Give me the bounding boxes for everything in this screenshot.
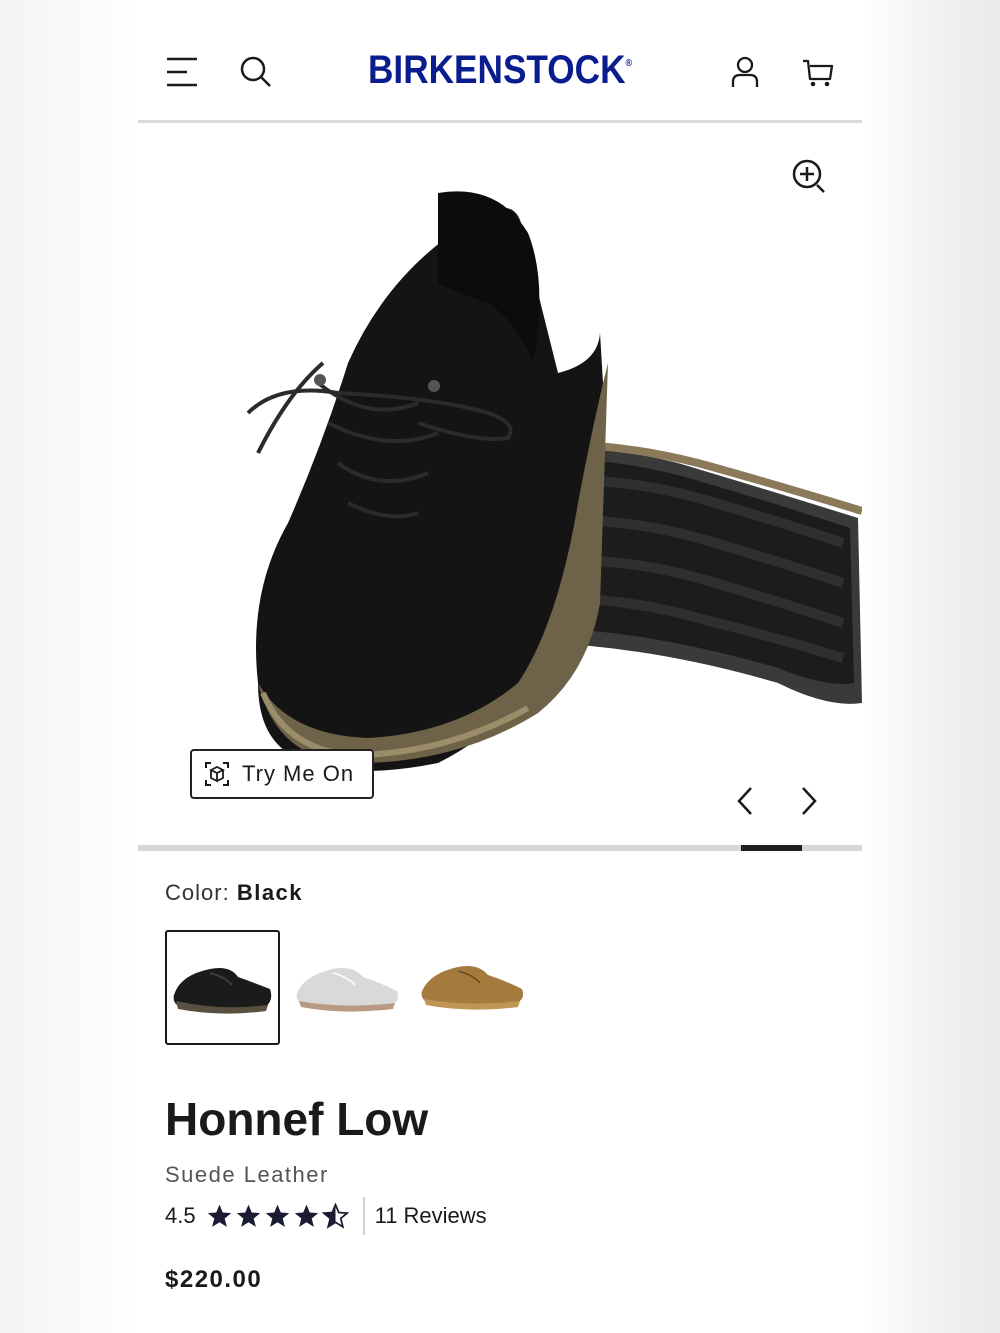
ar-cube-icon bbox=[202, 759, 232, 789]
next-image-button[interactable] bbox=[794, 781, 824, 821]
color-value: Black bbox=[236, 880, 304, 905]
color-swatches bbox=[165, 930, 530, 1050]
product-page: BIRKENSTOCK® Try Me On Color: Black Honn… bbox=[138, 0, 862, 1333]
rating-stars bbox=[206, 1203, 349, 1229]
rating-divider bbox=[362, 1197, 365, 1235]
star-full-icon bbox=[207, 1204, 231, 1227]
product-image-gallery[interactable]: Try Me On bbox=[138, 123, 862, 847]
color-label-row: Color: Black bbox=[165, 880, 303, 906]
brand-logo[interactable]: BIRKENSTOCK® bbox=[181, 48, 818, 93]
product-image bbox=[246, 191, 862, 771]
swatch-light-gray[interactable] bbox=[290, 930, 405, 1045]
site-header: BIRKENSTOCK® bbox=[138, 0, 862, 123]
product-material: Suede Leather bbox=[165, 1162, 329, 1187]
swatch-tan[interactable] bbox=[415, 930, 530, 1045]
try-me-on-label: Try Me On bbox=[242, 761, 355, 786]
reviews-link[interactable]: 11 Reviews bbox=[375, 1203, 487, 1229]
rating-row[interactable]: 4.5 11 Reviews bbox=[165, 1196, 487, 1236]
gallery-progress-thumb bbox=[741, 845, 802, 851]
chevron-left-icon bbox=[737, 787, 752, 815]
star-full-icon bbox=[236, 1204, 260, 1227]
product-price: $220.00 bbox=[165, 1266, 263, 1293]
star-full-icon bbox=[294, 1204, 318, 1227]
zoom-in-icon[interactable] bbox=[790, 157, 830, 197]
front-shoe bbox=[246, 191, 608, 771]
star-half-icon bbox=[321, 1203, 349, 1229]
product-title: Honnef Low bbox=[165, 1093, 429, 1145]
previous-image-button[interactable] bbox=[730, 781, 760, 821]
cart-icon[interactable] bbox=[800, 56, 836, 90]
gallery-progress-bar bbox=[138, 845, 862, 851]
account-icon[interactable] bbox=[728, 54, 762, 90]
registered-mark: ® bbox=[625, 58, 632, 69]
color-label: Color: bbox=[165, 880, 230, 905]
swatch-black[interactable] bbox=[165, 930, 280, 1045]
try-me-on-button[interactable]: Try Me On bbox=[190, 749, 374, 799]
logo-text: BIRKENSTOCK bbox=[368, 48, 626, 92]
star-full-icon bbox=[265, 1204, 289, 1227]
chevron-right-icon bbox=[802, 787, 817, 815]
rating-value: 4.5 bbox=[165, 1203, 196, 1228]
